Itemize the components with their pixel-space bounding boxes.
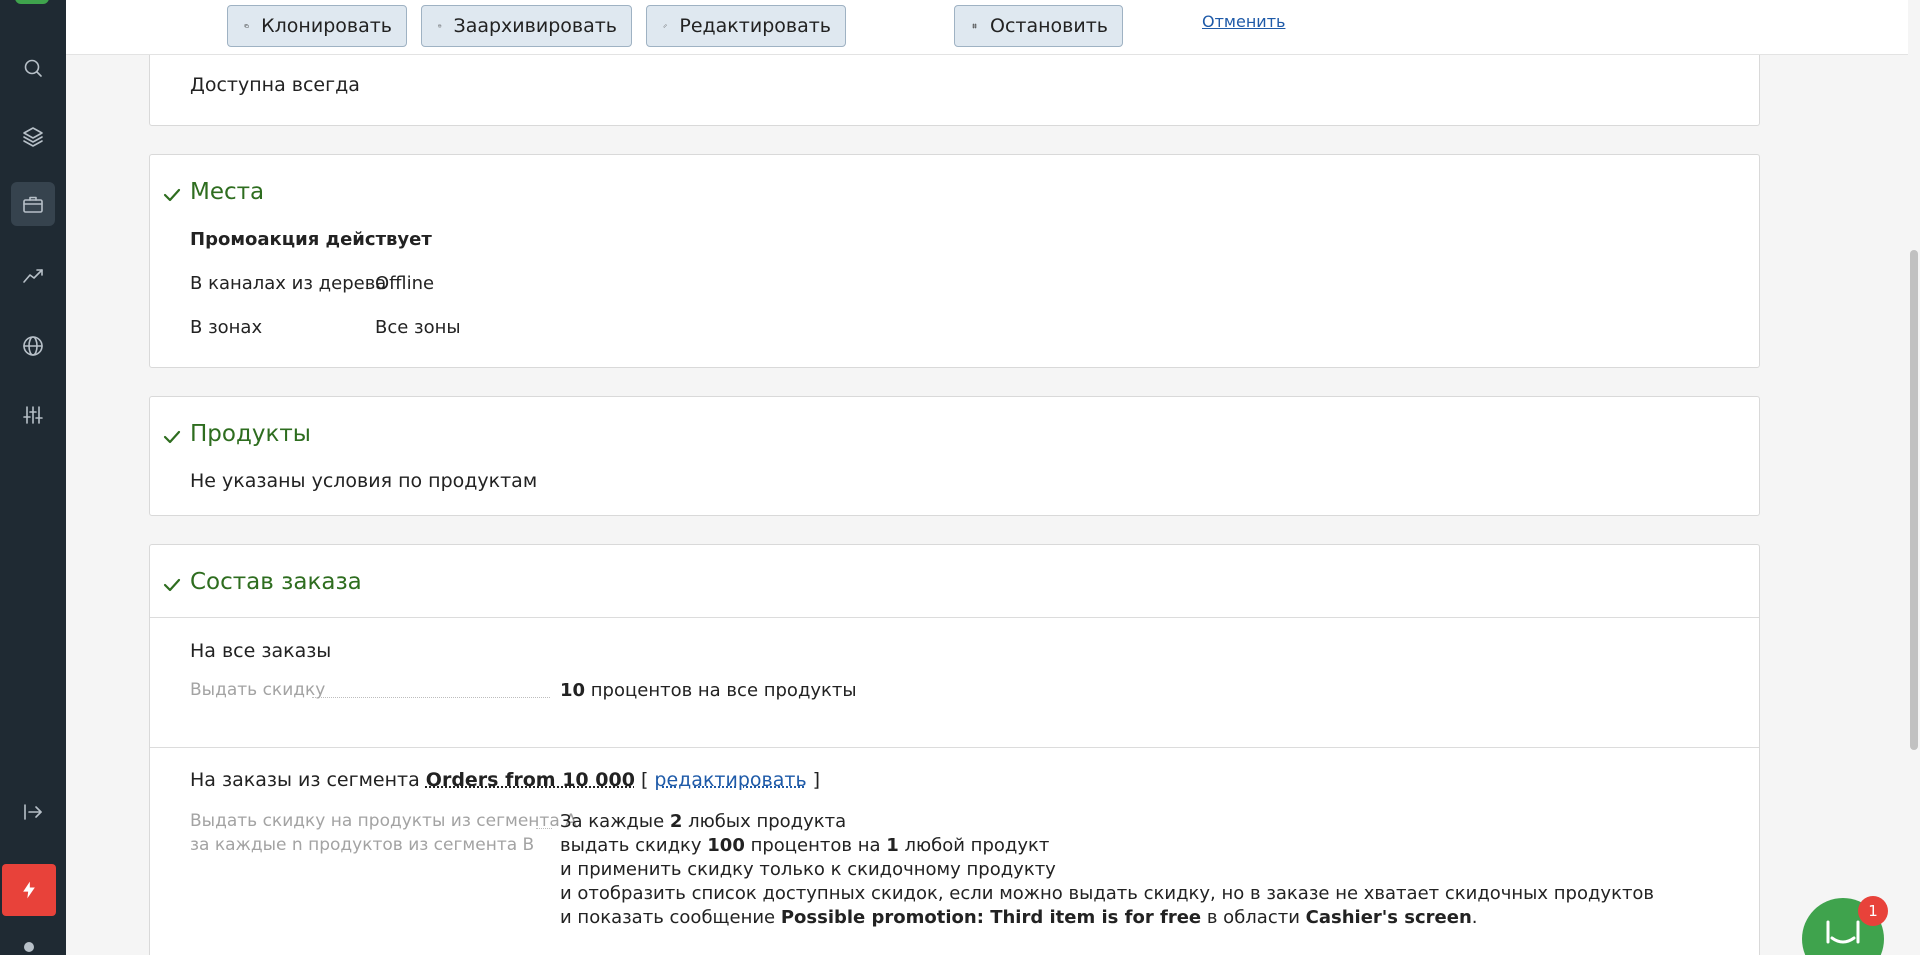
- app-logo[interactable]: [15, 0, 49, 4]
- segment-label-line1: Выдать скидку на продукты из сегмента А: [190, 811, 577, 831]
- segment-name[interactable]: Orders from 10 000: [426, 769, 635, 791]
- rule-line-4: и отобразить список доступных скидок, ес…: [560, 883, 1655, 904]
- all-orders-value: 10 процентов на все продукты: [560, 680, 857, 701]
- rule-text: любых продукта: [682, 811, 847, 832]
- promo-message: Possible promotion: Third item is for fr…: [780, 907, 1202, 928]
- sidebar: [0, 0, 66, 955]
- archive-label: Заархивировать: [453, 15, 617, 37]
- products-text: Не указаны условия по продуктам: [190, 470, 538, 492]
- dotted-leader: [536, 828, 552, 829]
- chat-badge: 1: [1858, 896, 1888, 926]
- products-title: Продукты: [190, 421, 311, 447]
- logout-icon[interactable]: [11, 790, 55, 834]
- dotted-leader: [312, 697, 550, 698]
- segment-label-line2: за каждые n продуктов из сегмента В: [190, 835, 535, 855]
- places-title: Места: [190, 179, 265, 205]
- divider: [150, 617, 1759, 618]
- rule-text: .: [1471, 907, 1478, 928]
- channels-value: Offline: [375, 273, 435, 294]
- scrollbar[interactable]: [1908, 0, 1920, 955]
- globe-icon[interactable]: [11, 324, 55, 368]
- order-title: Состав заказа: [190, 569, 362, 595]
- zones-label: В зонах: [190, 317, 263, 338]
- products-card: Продукты Не указаны условия по продуктам: [149, 396, 1760, 516]
- places-card: Места Промоакция действует В каналах из …: [149, 154, 1760, 368]
- check-icon: [162, 427, 182, 447]
- channels-label: В каналах из дерева: [190, 273, 387, 294]
- divider: [150, 747, 1759, 748]
- availability-text: Доступна всегда: [190, 74, 360, 96]
- bracket-open: [: [634, 769, 655, 791]
- bracket-close: ]: [806, 769, 821, 791]
- rule-number: 2: [669, 811, 683, 832]
- archive-icon: [438, 24, 442, 28]
- sliders-icon[interactable]: [11, 393, 55, 437]
- zones-value: Все зоны: [375, 317, 461, 338]
- search-icon[interactable]: [11, 46, 55, 90]
- check-icon: [162, 575, 182, 595]
- edit-label: Редактировать: [679, 15, 831, 37]
- clone-button[interactable]: Клонировать: [227, 5, 407, 47]
- rule-text: и показать сообщение: [560, 907, 781, 928]
- status-dot: [24, 942, 34, 952]
- all-orders-label: Выдать скидку: [190, 680, 326, 700]
- stop-button[interactable]: Остановить: [954, 5, 1123, 47]
- layers-icon[interactable]: [11, 114, 55, 158]
- rule-line-1: За каждые 2 любых продукта: [560, 811, 846, 832]
- all-orders-heading: На все заказы: [190, 640, 332, 662]
- segment-prefix: На заказы из сегмента: [190, 769, 426, 791]
- rule-number: 1: [886, 835, 899, 856]
- rule-text: За каждые: [560, 811, 670, 832]
- scrollbar-thumb[interactable]: [1910, 250, 1918, 750]
- edit-button[interactable]: Редактировать: [646, 5, 846, 47]
- rule-number: 100: [707, 835, 745, 856]
- stop-label: Остановить: [990, 15, 1108, 37]
- trend-icon[interactable]: [11, 254, 55, 298]
- briefcase-icon[interactable]: [11, 182, 55, 226]
- cancel-link[interactable]: Отменить: [1202, 12, 1285, 31]
- discount-value: 10: [560, 680, 586, 701]
- order-card: Состав заказа На все заказы Выдать скидк…: [149, 544, 1760, 955]
- pencil-icon: [663, 24, 667, 28]
- clone-label: Клонировать: [261, 15, 392, 37]
- segment-edit-link[interactable]: редактировать: [654, 769, 806, 791]
- archive-button[interactable]: Заархивировать: [421, 5, 632, 47]
- rule-line-2: выдать скидку 100 процентов на 1 любой п…: [560, 835, 1049, 856]
- rule-line-3: и применить скидку только к скидочному п…: [560, 859, 1056, 880]
- pause-icon: [972, 23, 977, 29]
- bolt-button[interactable]: [2, 864, 56, 916]
- rule-text: выдать скидку: [560, 835, 708, 856]
- rule-text: в области: [1201, 907, 1306, 928]
- action-toolbar: Клонировать Заархивировать Редактировать…: [66, 0, 1908, 55]
- rule-text: любой продукт: [898, 835, 1050, 856]
- copy-icon: [244, 24, 249, 28]
- places-subtitle: Промоакция действует: [190, 229, 432, 250]
- discount-rest: процентов на все продукты: [585, 680, 857, 701]
- rule-line-5: и показать сообщение Possible promotion:…: [560, 907, 1478, 928]
- chat-icon: [1826, 920, 1860, 944]
- rule-text: процентов на: [744, 835, 887, 856]
- check-icon: [162, 185, 182, 205]
- bolt-icon: [23, 881, 35, 899]
- display-area: Cashier's screen: [1305, 907, 1472, 928]
- segment-heading: На заказы из сегмента Orders from 10 000…: [190, 769, 820, 791]
